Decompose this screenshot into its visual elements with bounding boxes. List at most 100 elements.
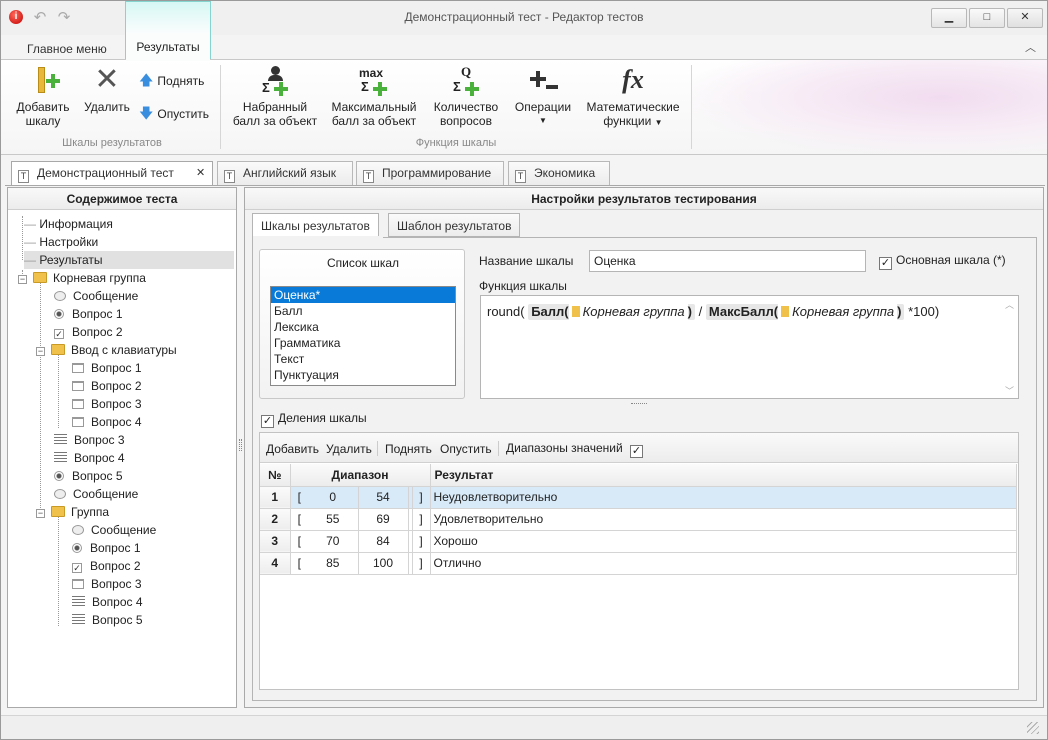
doc-tab-economics[interactable]: T Экономика: [508, 161, 610, 185]
minimize-button[interactable]: ▁: [931, 8, 967, 28]
tree-item-keyboard-group[interactable]: − Ввод с клавиатуры: [36, 341, 177, 359]
splitter-handle[interactable]: [239, 439, 242, 451]
chevron-down-icon: ▼: [654, 118, 663, 127]
checkbox-checked-icon: ✓: [879, 257, 892, 270]
list-item[interactable]: Грамматика: [271, 335, 455, 351]
folder-icon: Корневая группа: [778, 304, 898, 320]
resize-grip[interactable]: [631, 403, 647, 405]
table-row[interactable]: 4 [ 85 100 ] Отлично: [260, 552, 1017, 575]
list-item[interactable]: Балл: [271, 303, 455, 319]
doc-tab-programming[interactable]: T Программирование: [356, 161, 504, 185]
tree-item-root-group[interactable]: − Корневая группа: [18, 269, 146, 287]
column-header-num[interactable]: №: [260, 464, 291, 487]
close-tab-icon[interactable]: ✕: [196, 162, 205, 184]
tree-item-question[interactable]: Вопрос 3: [72, 575, 142, 593]
function-editor[interactable]: round( Балл(Корневая группа) / МаксБалл(…: [480, 295, 1019, 399]
tree-item-message[interactable]: Сообщение: [54, 287, 138, 305]
tree-item-message[interactable]: Сообщение: [54, 485, 138, 503]
maximize-button[interactable]: □: [969, 8, 1005, 28]
resize-grip-icon[interactable]: [1027, 722, 1039, 734]
person-sigma-icon: Σ: [258, 65, 292, 97]
tree-item-question[interactable]: Вопрос 5: [54, 467, 123, 485]
doc-tab-english[interactable]: T Английский язык: [217, 161, 353, 185]
tree-item-question[interactable]: Вопрос 4: [54, 449, 125, 467]
list-item[interactable]: Оценка*: [271, 287, 455, 303]
tree-item-question[interactable]: Вопрос 4: [72, 413, 142, 431]
move-down-button[interactable]: 🡇 Опустить: [139, 106, 209, 121]
column-header-result[interactable]: Результат: [430, 464, 1017, 487]
tree-item-settings[interactable]: — Настройки: [24, 233, 98, 251]
panel-title: Настройки результатов тестирования: [245, 188, 1043, 210]
message-icon: [54, 489, 66, 499]
scale-list[interactable]: Оценка* Балл Лексика Грамматика Текст Пу…: [270, 286, 456, 386]
folder-icon: [51, 344, 65, 355]
tree-item-group[interactable]: − Группа: [36, 503, 109, 521]
add-division-button[interactable]: Добавить: [266, 442, 319, 456]
collapse-icon[interactable]: −: [36, 347, 45, 356]
tab-main-menu[interactable]: Главное меню: [15, 38, 119, 60]
math-functions-button[interactable]: fx Математические функции ▼: [583, 65, 683, 130]
question-count-button[interactable]: Q Σ Количество вопросов: [429, 65, 503, 129]
move-division-up-button[interactable]: Поднять: [385, 442, 432, 456]
panel-title: Содержимое теста: [8, 188, 236, 210]
single-choice-icon: [54, 471, 64, 481]
table-row[interactable]: 3 [ 70 84 ] Хорошо: [260, 530, 1017, 553]
tree-item-question[interactable]: Вопрос 2: [72, 377, 142, 395]
tree-item-message[interactable]: Сообщение: [72, 521, 156, 539]
operations-button[interactable]: Операции ▼: [509, 65, 577, 128]
max-points-button[interactable]: max Σ Максимальный балл за объект: [327, 65, 421, 128]
delete-division-button[interactable]: Удалить: [326, 442, 372, 456]
divisions-box: Добавить Удалить Поднять Опустить Диапаз…: [259, 432, 1019, 690]
content-tree: — Информация — Настройки — Результаты − К…: [8, 212, 236, 706]
formula-token-maxscore[interactable]: МаксБалл(Корневая группа): [705, 304, 905, 320]
multi-choice-icon: ✓: [54, 329, 64, 339]
folder-icon: [51, 506, 65, 517]
matching-icon: [54, 434, 67, 445]
tree-item-question[interactable]: Вопрос 1: [54, 305, 123, 323]
chevron-down-icon: ▼: [539, 116, 547, 125]
tree-item-results[interactable]: — Результаты: [24, 251, 234, 269]
tree-item-question[interactable]: ✓ Вопрос 2: [72, 557, 141, 575]
move-division-down-button[interactable]: Опустить: [440, 442, 492, 456]
table-row[interactable]: 1 [ 0 54 ] Неудовлетворительно: [260, 486, 1017, 509]
tab-results[interactable]: Результаты: [125, 1, 211, 60]
formula-token-score[interactable]: Балл(Корневая группа): [528, 304, 696, 320]
tree-item-question[interactable]: Вопрос 1: [72, 359, 142, 377]
collapse-icon[interactable]: −: [18, 275, 27, 284]
ordering-icon: [72, 614, 85, 625]
scored-points-button[interactable]: Σ Набранный балл за объект: [229, 65, 321, 128]
main-scale-checkbox[interactable]: ✓ Основная шкала (*): [879, 253, 1006, 270]
scroll-up-icon[interactable]: ︿: [1005, 298, 1014, 311]
editor-window: i ↶ ↷ Демонстрационный тест - Редактор т…: [0, 0, 1048, 740]
tab-result-template[interactable]: Шаблон результатов: [388, 213, 521, 237]
collapse-icon[interactable]: −: [36, 509, 45, 518]
tree-item-question[interactable]: Вопрос 4: [72, 593, 143, 611]
tree-item-question[interactable]: Вопрос 3: [54, 431, 125, 449]
table-row[interactable]: 2 [ 55 69 ] Удовлетворительно: [260, 508, 1017, 531]
text-input-icon: [72, 579, 84, 589]
tree-item-question[interactable]: Вопрос 5: [72, 611, 143, 629]
tree-item-question[interactable]: Вопрос 1: [72, 539, 141, 557]
ordering-icon: [54, 452, 67, 463]
collapse-ribbon-icon[interactable]: ︿: [1025, 39, 1036, 55]
add-scale-button[interactable]: Добавить шкалу: [9, 65, 77, 128]
doc-tab-demo[interactable]: T Демонстрационный тест ✕: [11, 161, 213, 186]
max-sigma-icon: max Σ: [357, 65, 391, 97]
column-header-range[interactable]: Диапазон: [290, 464, 431, 487]
delete-icon: ✕: [94, 63, 120, 96]
list-item[interactable]: Лексика: [271, 319, 455, 335]
group-label-scales: Шкалы результатов: [62, 137, 162, 149]
scroll-down-icon[interactable]: ﹀: [1005, 384, 1014, 397]
value-ranges-toggle[interactable]: Диапазоны значений ✓: [506, 441, 647, 458]
close-button[interactable]: ✕: [1007, 8, 1043, 28]
tree-item-question[interactable]: ✓ Вопрос 2: [54, 323, 123, 341]
tree-item-info[interactable]: — Информация: [24, 215, 113, 233]
tab-result-scales[interactable]: Шкалы результатов: [252, 213, 379, 238]
scale-divisions-checkbox[interactable]: ✓ Деления шкалы: [261, 411, 367, 428]
scale-name-input[interactable]: Оценка: [589, 250, 866, 272]
list-item[interactable]: Пунктуация: [271, 367, 455, 383]
tree-item-question[interactable]: Вопрос 3: [72, 395, 142, 413]
move-up-button[interactable]: 🡅 Поднять: [139, 73, 204, 88]
list-item[interactable]: Текст: [271, 351, 455, 367]
delete-scale-button[interactable]: ✕ Удалить: [79, 63, 135, 115]
